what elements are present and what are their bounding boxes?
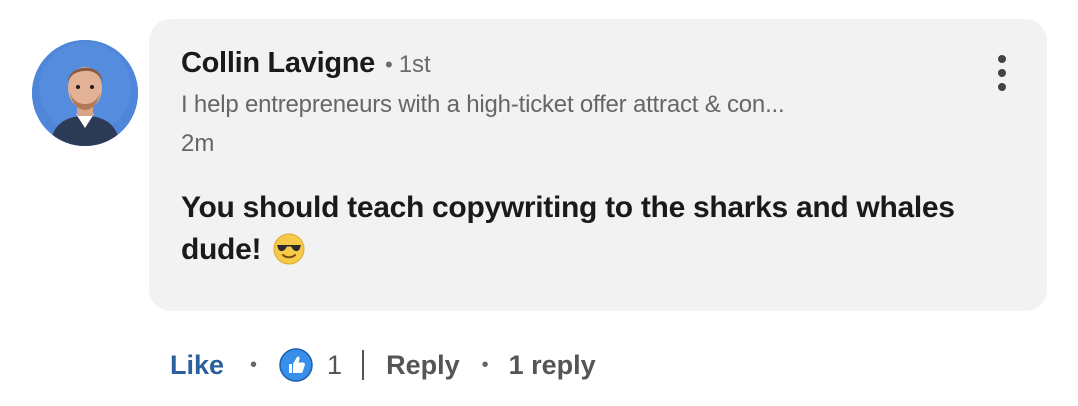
reply-button[interactable]: Reply xyxy=(386,350,460,381)
view-replies-link[interactable]: 1 reply xyxy=(509,350,596,381)
like-button[interactable]: Like xyxy=(170,350,224,381)
separator-dot: • xyxy=(481,353,489,376)
divider xyxy=(362,350,365,380)
reaction-count[interactable]: 1 xyxy=(327,350,342,381)
comment-body: You should teach copywriting to the shar… xyxy=(181,187,1021,277)
author-row: Collin Lavigne • 1st xyxy=(181,47,431,80)
connection-degree: 1st xyxy=(398,51,431,78)
author-name[interactable]: Collin Lavigne xyxy=(181,47,375,80)
avatar-image xyxy=(32,40,138,146)
comment-container: Collin Lavigne • 1st I help entrepreneur… xyxy=(0,0,1078,406)
smiling-face-with-sunglasses-icon xyxy=(273,233,305,277)
comment-timestamp: 2m xyxy=(181,130,215,157)
comment-bubble: Collin Lavigne • 1st I help entrepreneur… xyxy=(149,19,1047,311)
avatar[interactable] xyxy=(32,40,138,146)
degree-separator: • xyxy=(385,52,393,77)
like-reaction-icon[interactable] xyxy=(279,348,313,382)
more-options-button[interactable] xyxy=(987,55,1017,95)
author-headline: I help entrepreneurs with a high-ticket … xyxy=(181,91,785,118)
separator-dot: • xyxy=(250,353,258,376)
comment-actions: Like • 1 Reply • 1 reply xyxy=(170,346,596,384)
more-vertical-icon xyxy=(987,55,1017,91)
